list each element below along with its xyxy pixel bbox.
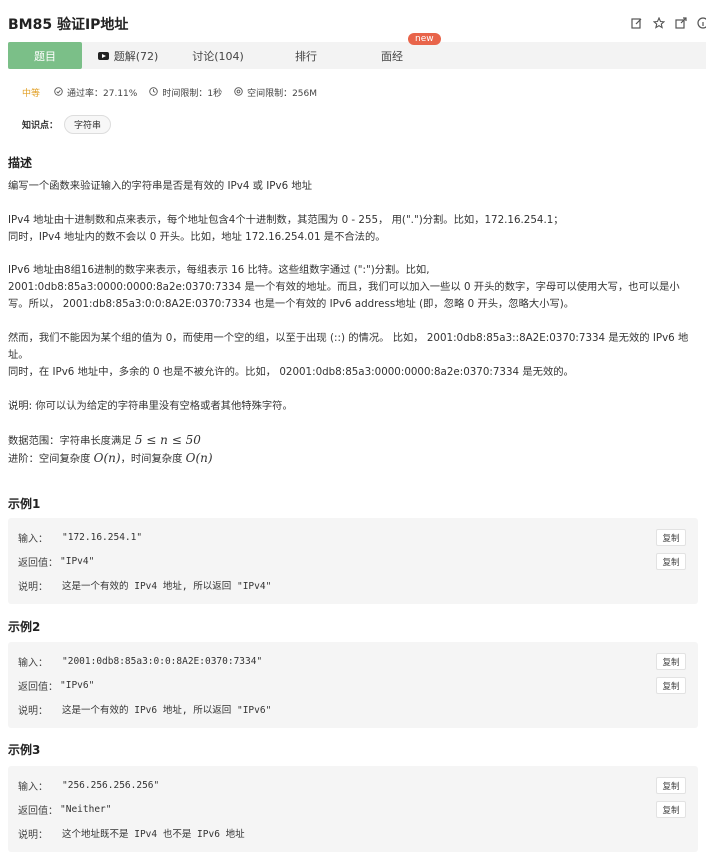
- example2-input-copy-button[interactable]: 复制: [656, 653, 686, 670]
- data-range-math: 5 ≤ n ≤ 50: [134, 433, 201, 447]
- example2-input-label: 输入：: [18, 657, 48, 669]
- knowledge-tag[interactable]: 字符串: [64, 115, 112, 134]
- example3-heading: 示例3: [8, 743, 41, 757]
- complexity: 进阶：空间复杂度 O(n)，时间复杂度 O(n): [8, 450, 700, 468]
- video-icon: [97, 51, 109, 60]
- difficulty-label: 中等: [22, 89, 41, 99]
- description-heading: 描述: [8, 156, 33, 170]
- example1-input: 输入： "172.16.254.1": [18, 528, 142, 546]
- example2-box: 输入： "2001:0db8:85a3:0:0:8A2E:0370:7334" 复…: [8, 642, 698, 728]
- example3-explain: 说明： 这个地址既不是 IPv4 也不是 IPv6 地址: [18, 824, 245, 842]
- ipv6-rule-2: 2001:0db8:85a3:0000:0000:8a2e:0370:7334 …: [8, 281, 680, 310]
- tab-discussion-label: 讨论(104): [192, 49, 244, 63]
- example2-input: 输入： "2001:0db8:85a3:0:0:8A2E:0370:7334": [18, 652, 262, 670]
- ipv6-rule-1: IPv6 地址由8组16进制的数字来表示，每组表示 16 比特。这些组数字通过 …: [8, 264, 430, 276]
- tab-solutions-label: 题解(72): [113, 49, 159, 63]
- problem-meta: 中等 通过率：27.11% 时间限制：1秒 空间限制：256M: [22, 86, 317, 99]
- space-limit: 空间限制：256M: [234, 86, 317, 99]
- tab-bar: 题目 题解(72) 讨论(104) 排行 面经: [8, 42, 706, 69]
- page-title: BM85 验证IP地址: [8, 17, 129, 33]
- example2-explain: 说明： 这是一个有效的 IPv6 地址, 所以返回 "IPv6": [18, 700, 271, 718]
- description-intro: 编写一个函数来验证输入的字符串是否是有效的 IPv4 或 IPv6 地址: [8, 180, 312, 192]
- example1-explain: 说明： 这是一个有效的 IPv4 地址, 所以返回 "IPv4": [18, 576, 271, 594]
- title-row: BM85 验证IP地址: [8, 14, 706, 36]
- example2-output: 返回值： "IPv6": [18, 676, 94, 694]
- clock-icon: [149, 86, 159, 99]
- ipv6-invalid-2: 同时，在 IPv6 地址中，多余的 0 也是不被允许的。比如， 02001:0d…: [8, 366, 574, 378]
- example3-output-value: "Neither": [60, 803, 112, 815]
- example2-explain-label: 说明：: [18, 705, 48, 717]
- example1-output: 返回值： "IPv4": [18, 552, 94, 570]
- tab-ranking[interactable]: 排行: [262, 42, 350, 69]
- example1-output-label: 返回值：: [18, 557, 58, 569]
- time-limit-text: 时间限制：1秒: [162, 89, 223, 99]
- example1-heading: 示例1: [8, 497, 41, 511]
- ipv4-rule-2: 同时，IPv4 地址内的数不会以 0 开头。比如，地址 172.16.254.0…: [8, 231, 386, 243]
- example3-output-label: 返回值：: [18, 805, 58, 817]
- example2-output-label: 返回值：: [18, 681, 58, 693]
- input-note: 说明: 你可以认为给定的字符串里没有空格或者其他特殊字符。: [8, 400, 293, 412]
- data-range: 数据范围：字符串长度满足 5 ≤ n ≤ 50: [8, 432, 700, 450]
- pass-rate-text: 通过率：27.11%: [67, 89, 138, 99]
- share-icon[interactable]: [674, 16, 688, 30]
- complexity-time-math: O(n): [185, 451, 213, 465]
- example1-output-value: "IPv4": [60, 555, 95, 567]
- example3-input-value: "256.256.256.256": [62, 779, 160, 791]
- toolbar-icons: [630, 16, 706, 30]
- edit-icon[interactable]: [630, 16, 644, 30]
- tab-solutions[interactable]: 题解(72): [82, 42, 174, 69]
- example1-explain-value: 这是一个有效的 IPv4 地址, 所以返回 "IPv4": [62, 581, 272, 592]
- example1-input-copy-button[interactable]: 复制: [656, 529, 686, 546]
- example3-box: 输入： "256.256.256.256" 复制 返回值： "Neither" 复制…: [8, 766, 698, 852]
- example1-box: 输入： "172.16.254.1" 复制 返回值： "IPv4" 复制 说明： 这是…: [8, 518, 698, 604]
- example2-input-value: "2001:0db8:85a3:0:0:8A2E:0370:7334": [62, 655, 263, 667]
- storage-icon: [234, 86, 243, 99]
- tab-problem[interactable]: 题目: [8, 42, 82, 69]
- tab-ranking-label: 排行: [295, 49, 317, 63]
- example3-input-copy-button[interactable]: 复制: [656, 777, 686, 794]
- new-badge: new: [408, 33, 441, 45]
- example2-explain-value: 这是一个有效的 IPv6 地址, 所以返回 "IPv6": [62, 705, 272, 716]
- example1-output-copy-button[interactable]: 复制: [656, 553, 686, 570]
- data-range-text: 数据范围：字符串长度满足: [8, 435, 135, 447]
- example3-output: 返回值： "Neither": [18, 800, 111, 818]
- example3-explain-value: 这个地址既不是 IPv4 也不是 IPv6 地址: [62, 829, 245, 840]
- tab-interview[interactable]: 面经: [350, 42, 434, 69]
- star-icon[interactable]: [652, 16, 666, 30]
- example2-output-value: "IPv6": [60, 679, 95, 691]
- example1-input-value: "172.16.254.1": [62, 531, 143, 543]
- complexity-time-text: ，时间复杂度: [120, 453, 186, 465]
- knowledge-points: 知识点： 字符串: [22, 115, 112, 134]
- example3-explain-label: 说明：: [18, 829, 48, 841]
- time-limit: 时间限制：1秒: [149, 86, 222, 99]
- tab-discussion[interactable]: 讨论(104): [174, 42, 262, 69]
- tab-problem-label: 题目: [34, 49, 56, 63]
- complexity-space-math: O(n): [93, 451, 121, 465]
- space-limit-text: 空间限制：256M: [247, 89, 318, 99]
- example3-output-copy-button[interactable]: 复制: [656, 801, 686, 818]
- knowledge-label: 知识点：: [22, 121, 59, 131]
- pass-rate: 通过率：27.11%: [54, 86, 137, 99]
- example1-explain-label: 说明：: [18, 581, 48, 593]
- complexity-space-text: 进阶：空间复杂度: [8, 453, 94, 465]
- example2-heading: 示例2: [8, 620, 41, 634]
- tab-interview-label: 面经: [381, 49, 403, 63]
- example2-output-copy-button[interactable]: 复制: [656, 677, 686, 694]
- ipv6-invalid-1: 然而，我们不能因为某个组的值为 0，而使用一个空的组，以至于出现 (::) 的情…: [8, 332, 689, 361]
- info-icon[interactable]: [696, 16, 706, 30]
- check-circle-icon: [54, 86, 63, 99]
- example1-input-label: 输入：: [18, 533, 48, 545]
- example3-input: 输入： "256.256.256.256": [18, 776, 159, 794]
- example3-input-label: 输入：: [18, 781, 48, 793]
- ipv4-rule-1: IPv4 地址由十进制数和点来表示，每个地址包含4个十进制数，其范围为 0 - …: [8, 214, 564, 226]
